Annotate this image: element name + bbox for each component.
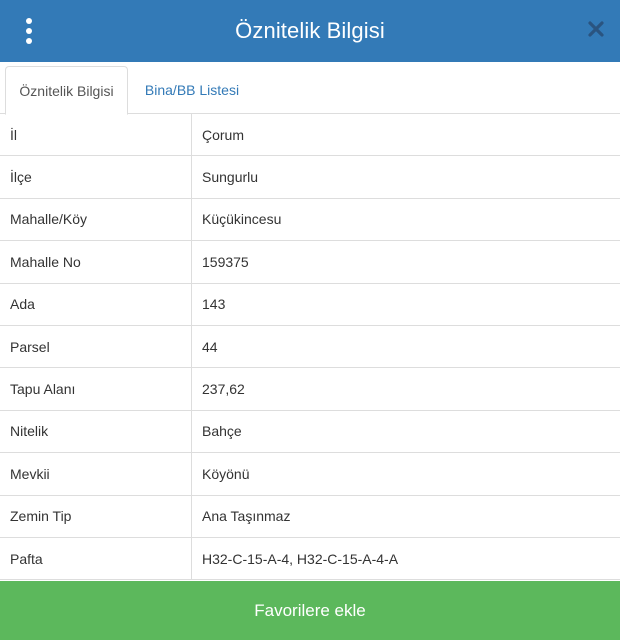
tab-building-list[interactable]: Bina/BB Listesi xyxy=(128,66,256,114)
table-row: İl Çorum xyxy=(0,114,620,157)
table-row: Nitelik Bahçe xyxy=(0,410,620,454)
attribute-label: Mahalle No xyxy=(0,241,192,283)
attribute-value: 237,62 xyxy=(202,381,245,398)
table-row: Parsel 44 xyxy=(0,325,620,369)
table-row: Pafta H32-C-15-A-4, H32-C-15-A-4-A xyxy=(0,537,620,581)
attribute-value: Sungurlu xyxy=(202,169,259,186)
table-row: Tapu Alanı 237,62 xyxy=(0,368,620,411)
menu-dot xyxy=(26,38,32,44)
attribute-value: Ana Taşınmaz xyxy=(202,508,291,525)
table-row: Mahalle/Köy Küçükincesu xyxy=(0,198,620,242)
attribute-value: H32-C-15-A-4, H32-C-15-A-4-A xyxy=(202,550,399,567)
attribute-value: Çorum xyxy=(202,126,245,143)
close-icon-glyph xyxy=(588,21,604,37)
attribute-label: Tapu Alanı xyxy=(0,368,192,410)
table-row: İlçe Sungurlu xyxy=(0,156,620,199)
tab-bar: Öznitelik Bilgisi Bina/BB Listesi xyxy=(0,62,620,115)
add-to-favorites-button[interactable]: Favorilere ekle xyxy=(0,581,620,640)
attribute-value: 44 xyxy=(202,338,218,355)
menu-dot xyxy=(26,18,32,24)
table-row: Ada 143 xyxy=(0,283,620,326)
table-row: Zemin Tip Ana Taşınmaz xyxy=(0,495,620,538)
attribute-label: Pafta xyxy=(0,537,192,580)
attribute-value: Küçükincesu xyxy=(202,211,282,228)
attribute-value: Bahçe xyxy=(202,423,242,440)
attribute-label: İlçe xyxy=(0,156,192,198)
attribute-value: 143 xyxy=(202,296,226,313)
attribute-label: Nitelik xyxy=(0,410,192,453)
attribute-value: Köyönü xyxy=(202,465,250,482)
vertical-dots-icon[interactable] xyxy=(18,16,40,46)
attribute-table: İl Çorum İlçe Sungurlu Mahalle/Köy Küçük… xyxy=(0,114,620,581)
table-row: Mevkii Köyönü xyxy=(0,453,620,496)
attribute-label: İl xyxy=(0,114,192,156)
attribute-label: Zemin Tip xyxy=(0,495,192,537)
attribute-label: Mevkii xyxy=(0,453,192,495)
page-title: Öznitelik Bilgisi xyxy=(235,18,385,43)
close-icon[interactable] xyxy=(586,17,606,41)
attribute-label: Mahalle/Köy xyxy=(0,198,192,241)
modal-header: Öznitelik Bilgisi xyxy=(0,0,620,62)
attribute-value: 159375 xyxy=(202,253,249,270)
attribute-label: Parsel xyxy=(0,325,192,368)
menu-dot xyxy=(26,28,32,34)
tab-attribute-info[interactable]: Öznitelik Bilgisi xyxy=(5,66,128,115)
table-row: Mahalle No 159375 xyxy=(0,241,620,284)
attribute-label: Ada xyxy=(0,283,192,325)
